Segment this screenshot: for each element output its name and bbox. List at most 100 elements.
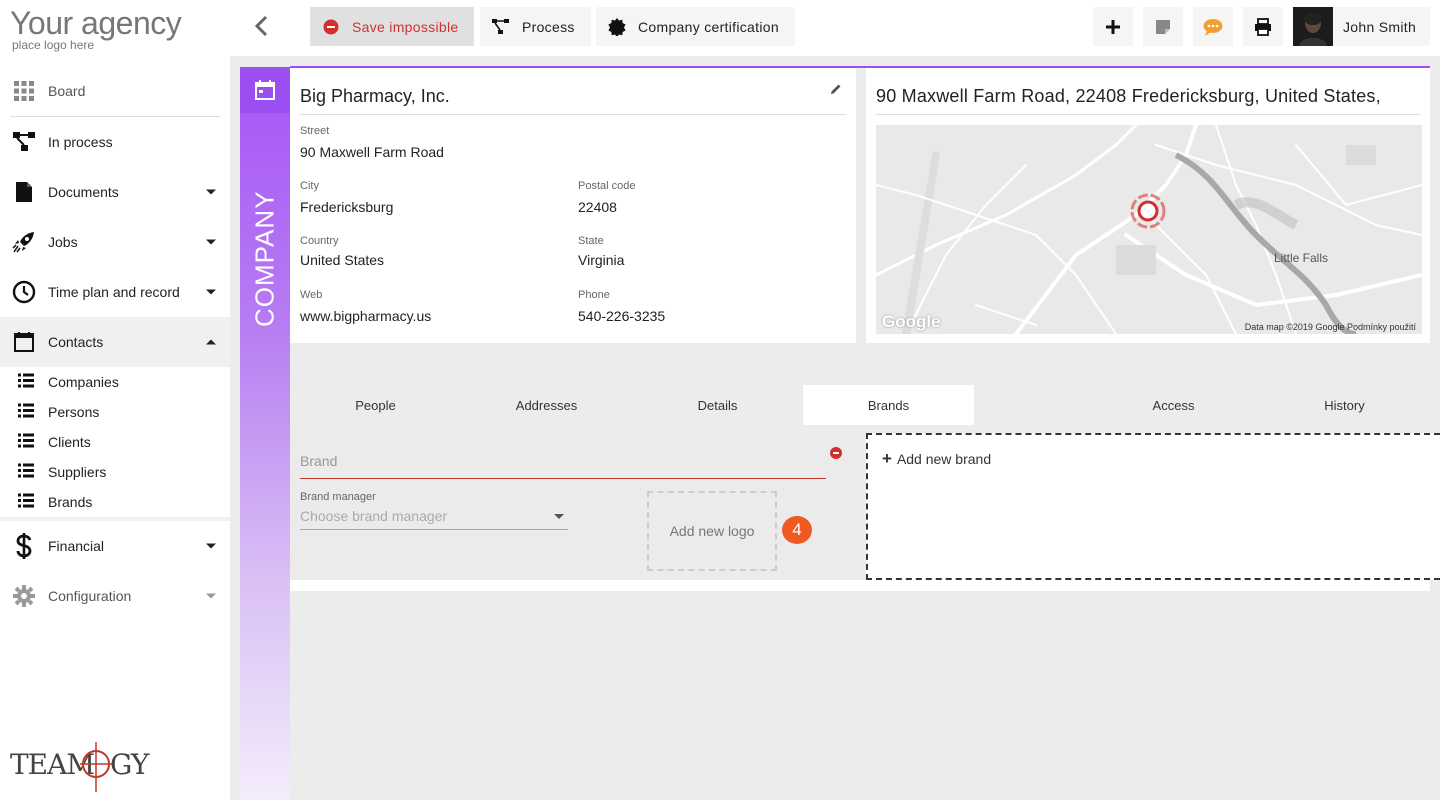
company-certification-button[interactable]: Company certification <box>596 7 795 46</box>
sidebar-item-label: Configuration <box>48 588 132 604</box>
sidebar-item-label: Time plan and record <box>48 284 180 300</box>
process-icon <box>12 130 36 154</box>
sidebar-item-time-plan[interactable]: Time plan and record <box>0 267 230 317</box>
field-label: State <box>578 235 604 247</box>
edit-button[interactable] <box>830 82 842 98</box>
field-value: 22408 <box>578 199 617 215</box>
sidebar-subitem-label: Persons <box>48 404 100 420</box>
process-icon <box>492 18 510 36</box>
add-brand-button[interactable]: + Add new brand <box>882 449 991 469</box>
city-field: City Fredericksburg <box>300 180 393 215</box>
rocket-icon <box>12 230 36 254</box>
top-toolbar: Save impossible Process Company certific… <box>230 0 1440 56</box>
tab-addresses[interactable]: Addresses <box>461 385 632 425</box>
field-label: City <box>300 180 319 192</box>
field-value[interactable]: 540-226-3235 <box>578 308 665 324</box>
add-logo-dropzone[interactable]: Add new logo <box>647 491 777 571</box>
add-brand-panel: + Add new brand <box>866 433 1440 580</box>
sidebar: Your agency place logo here Board In pro… <box>0 0 230 800</box>
chat-button[interactable] <box>1193 7 1233 46</box>
brand-manager-select[interactable]: Choose brand manager <box>300 508 568 530</box>
brand-manager-label: Brand manager <box>300 491 376 503</box>
sidebar-subitem-companies[interactable]: Companies <box>0 367 230 397</box>
teamogy-logo: TEAM GY <box>10 740 160 796</box>
sidebar-item-label: Jobs <box>48 234 78 250</box>
sidebar-subitem-clients[interactable]: Clients <box>0 427 230 457</box>
sidebar-subitem-label: Suppliers <box>48 464 107 480</box>
detail-tabs: People Addresses Details Brands Access H… <box>290 385 1430 425</box>
field-value: 90 Maxwell Farm Road <box>300 144 444 160</box>
list-icon <box>18 403 34 421</box>
sidebar-item-board[interactable]: Board <box>0 66 230 116</box>
brand-form: Brand Brand manager Choose brand manager… <box>290 433 856 580</box>
note-button[interactable] <box>1143 7 1183 46</box>
sidebar-item-label: Contacts <box>48 334 104 350</box>
brand-manager-placeholder: Choose brand manager <box>300 508 448 524</box>
main-nav: Board In process Documents Jobs Time pla… <box>0 66 230 621</box>
user-name: John Smith <box>1343 18 1417 35</box>
entity-type-label: COMPANY <box>249 190 280 327</box>
sidebar-item-documents[interactable]: Documents <box>0 167 230 217</box>
tab-access[interactable]: Access <box>1088 385 1259 425</box>
agency-logo[interactable]: Your agency place logo here <box>10 6 210 56</box>
count-badge: 4 <box>782 516 812 544</box>
field-label: Web <box>300 289 323 301</box>
chevron-down-icon <box>206 593 216 599</box>
process-button[interactable]: Process <box>480 7 591 46</box>
sidebar-item-label: Board <box>48 83 86 99</box>
entity-type-strip: COMPANY <box>240 67 290 800</box>
add-button[interactable] <box>1093 7 1133 46</box>
map[interactable]: Little Falls Google Data map ©2019 Googl… <box>876 125 1422 334</box>
grid-icon <box>12 79 36 103</box>
chat-bubble-icon <box>1203 18 1223 36</box>
sidebar-item-financial[interactable]: Financial <box>0 521 230 571</box>
print-button[interactable] <box>1243 7 1283 46</box>
map-roads <box>876 125 1422 334</box>
remove-brand-button[interactable] <box>830 447 842 459</box>
tab-spacer <box>974 385 1088 425</box>
collapse-sidebar-button[interactable] <box>250 14 274 38</box>
sidebar-subitem-label: Clients <box>48 434 91 450</box>
brand-input[interactable]: Brand <box>300 451 826 479</box>
user-menu[interactable]: John Smith <box>1293 7 1430 46</box>
chevron-down-icon <box>206 289 216 295</box>
sidebar-subitem-label: Brands <box>48 494 93 510</box>
svg-text:GY: GY <box>110 748 150 781</box>
sticky-note-icon <box>1156 19 1170 34</box>
sidebar-item-label: Documents <box>48 184 119 200</box>
tab-history[interactable]: History <box>1259 385 1430 425</box>
sidebar-item-jobs[interactable]: Jobs <box>0 217 230 267</box>
google-logo: Google <box>882 312 941 331</box>
add-brand-label: Add new brand <box>896 451 992 467</box>
sidebar-item-label: Financial <box>48 538 105 554</box>
sidebar-item-label: In process <box>48 134 113 150</box>
avatar <box>1293 7 1333 46</box>
contacts-submenu: Companies Persons Clients Suppliers Bran… <box>0 367 230 517</box>
sidebar-item-configuration[interactable]: Configuration <box>0 571 230 621</box>
chevron-down-icon <box>206 543 216 549</box>
chevron-down-icon <box>206 239 216 245</box>
postal-code-field: Postal code 22408 <box>578 180 635 215</box>
sidebar-subitem-suppliers[interactable]: Suppliers <box>0 457 230 487</box>
field-value[interactable]: www.bigpharmacy.us <box>300 308 431 324</box>
sidebar-subitem-brands[interactable]: Brands <box>0 487 230 517</box>
certificate-icon <box>608 17 626 36</box>
phone-field: Phone 540-226-3235 <box>578 289 665 324</box>
list-icon <box>18 373 34 391</box>
tab-details[interactable]: Details <box>632 385 803 425</box>
chevron-down-icon <box>554 514 564 519</box>
sidebar-subitem-label: Companies <box>48 374 119 390</box>
web-field: Web www.bigpharmacy.us <box>300 289 431 324</box>
sidebar-item-in-process[interactable]: In process <box>0 117 230 167</box>
street-field: Street 90 Maxwell Farm Road <box>300 125 444 160</box>
save-button[interactable]: Save impossible <box>310 7 475 46</box>
document-icon <box>12 180 36 204</box>
gear-icon <box>12 584 36 608</box>
field-label: Postal code <box>578 180 636 192</box>
sidebar-subitem-persons[interactable]: Persons <box>0 397 230 427</box>
tab-people[interactable]: People <box>290 385 461 425</box>
tab-brands[interactable]: Brands <box>803 385 974 425</box>
map-attribution[interactable]: Data map ©2019 Google Podmínky použití <box>1245 322 1416 332</box>
sidebar-item-contacts[interactable]: Contacts <box>0 317 230 367</box>
pencil-icon <box>831 84 841 94</box>
